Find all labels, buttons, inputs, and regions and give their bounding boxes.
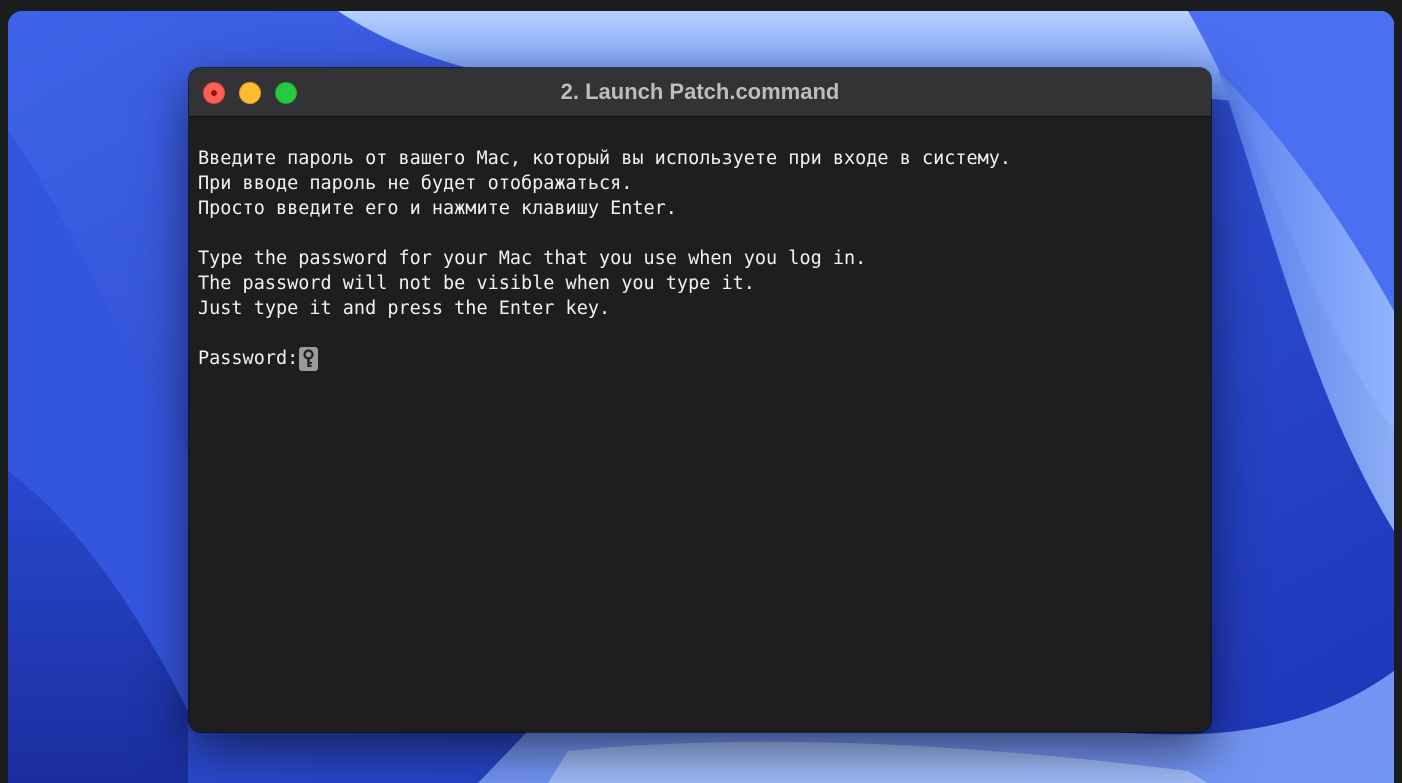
terminal-line: Type the password for your Mac that you … <box>198 248 867 269</box>
terminal-line: Введите пароль от вашего Mac, который вы… <box>198 148 1012 169</box>
password-prompt-line[interactable]: Password: <box>198 346 1202 371</box>
password-prompt-label: Password: <box>198 348 299 369</box>
terminal-window[interactable]: 2. Launch Patch.command Введите пароль о… <box>189 68 1211 732</box>
key-icon <box>299 346 319 371</box>
terminal-line: Just type it and press the Enter key. <box>198 298 611 319</box>
window-titlebar[interactable]: 2. Launch Patch.command <box>189 68 1211 117</box>
terminal-output[interactable]: Введите пароль от вашего Mac, который вы… <box>189 117 1211 732</box>
terminal-line: Просто введите его и нажмите клавишу Ent… <box>198 198 677 219</box>
terminal-line: При вводе пароль не будет отображаться. <box>198 173 633 194</box>
window-title: 2. Launch Patch.command <box>560 79 840 104</box>
terminal-line: The password will not be visible when yo… <box>198 273 755 294</box>
